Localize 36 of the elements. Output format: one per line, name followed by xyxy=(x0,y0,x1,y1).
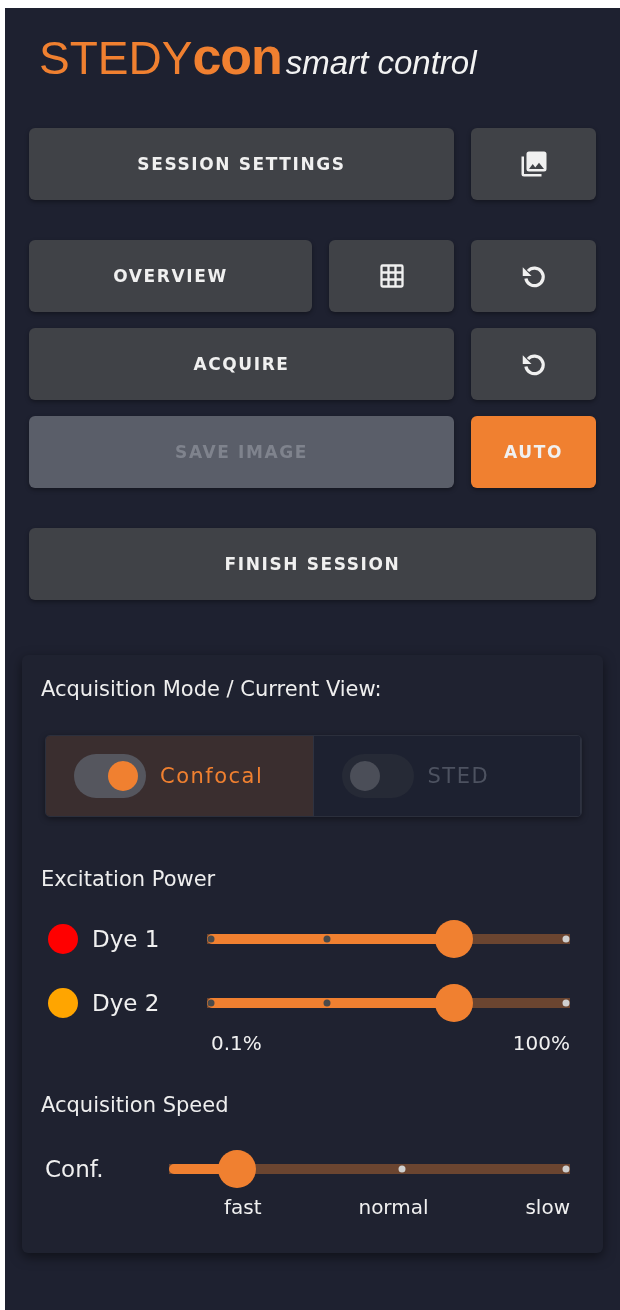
min-label: 0.1% xyxy=(211,1031,262,1055)
switch-icon xyxy=(74,754,146,798)
section-title: Acquisition Mode / Current View: xyxy=(41,677,383,701)
icon-button[interactable] xyxy=(329,240,454,312)
grid-icon xyxy=(377,262,406,290)
tick-mark xyxy=(207,999,215,1007)
button[interactable]: SESSION SETTINGS xyxy=(29,128,454,200)
icon-button[interactable] xyxy=(471,328,596,400)
speed-label: Conf. xyxy=(44,1156,105,1182)
logo-tagline: smart control xyxy=(285,44,477,82)
slider-thumb[interactable] xyxy=(434,920,473,958)
logo: STEDYcon xyxy=(39,26,282,86)
tick-mark xyxy=(562,935,570,943)
tick-mark xyxy=(323,935,331,943)
button[interactable]: OVERVIEW xyxy=(29,240,312,312)
dye-label: Dye 1 xyxy=(92,926,160,952)
button[interactable]: ACQUIRE xyxy=(29,328,454,400)
switch-icon xyxy=(341,754,414,798)
section-title: Acquisition Speed xyxy=(41,1093,230,1117)
tick-mark xyxy=(207,935,215,943)
tick-mark xyxy=(562,999,570,1007)
speed-option: normal xyxy=(358,1195,429,1219)
tick-mark xyxy=(562,1165,570,1173)
speed-option: slow xyxy=(525,1195,570,1219)
speed-option: fast xyxy=(224,1195,262,1219)
max-label: 100% xyxy=(512,1031,570,1055)
button[interactable]: FINISH SESSION xyxy=(29,528,596,600)
icon-button[interactable] xyxy=(471,128,596,200)
slider-thumb[interactable] xyxy=(434,984,473,1022)
slider-thumb[interactable] xyxy=(218,1150,257,1188)
icon-button[interactable] xyxy=(471,240,596,312)
section-title: Excitation Power xyxy=(41,867,217,891)
dye-label: Dye 2 xyxy=(92,990,160,1016)
mode-toggle[interactable]: Confocal xyxy=(46,736,314,816)
tick-mark xyxy=(323,999,331,1007)
tick-mark xyxy=(398,1165,406,1173)
